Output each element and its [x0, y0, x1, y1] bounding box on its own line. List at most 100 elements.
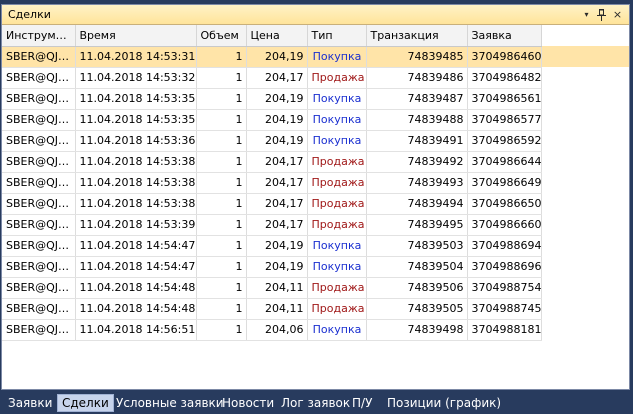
column-header-price[interactable]: Цена: [246, 25, 308, 47]
cell-price: 204,17: [246, 172, 308, 194]
cell-transaction: 74839487: [366, 88, 468, 110]
cell-price: 204,19: [246, 130, 308, 152]
cell-type: Продажа: [307, 67, 367, 89]
cell-order: 3704986650: [467, 193, 542, 215]
cell-transaction: 74839493: [366, 172, 468, 194]
tab-pnl[interactable]: П/У: [348, 394, 376, 412]
table-row[interactable]: SBER@QJ… 11.04.2018 14:53:38 1 204,17 Продаж…: [2, 172, 629, 194]
table-row[interactable]: SBER@QJ… 11.04.2018 14:53:36 1 204,19 Покупк…: [2, 130, 629, 152]
cell-filler: [541, 46, 629, 67]
cell-price: 204,19: [246, 235, 308, 257]
cell-transaction: 74839503: [366, 235, 468, 257]
cell-volume: 1: [196, 277, 247, 299]
cell-instrument: SBER@QJ…: [2, 67, 76, 89]
cell-order: 3704986644: [467, 151, 542, 173]
cell-instrument: SBER@QJ…: [2, 172, 76, 194]
cell-type: Продажа: [307, 214, 367, 236]
column-header-type[interactable]: Тип: [307, 25, 367, 47]
pushpin-icon[interactable]: [594, 6, 609, 23]
cell-volume: 1: [196, 46, 247, 68]
cell-transaction: 74839488: [366, 109, 468, 131]
cell-order: 3704988694: [467, 235, 542, 257]
cell-type: Покупка: [307, 130, 367, 152]
cell-order: 3704988696: [467, 256, 542, 278]
cell-filler: [541, 88, 629, 109]
cell-price: 204,17: [246, 151, 308, 173]
table-row[interactable]: SBER@QJ… 11.04.2018 14:53:38 1 204,17 Продаж…: [2, 193, 629, 215]
cell-instrument: SBER@QJ…: [2, 109, 76, 131]
table-row[interactable]: SBER@QJ… 11.04.2018 14:54:47 1 204,19 Покупк…: [2, 256, 629, 278]
cell-price: 204,19: [246, 256, 308, 278]
table-row[interactable]: SBER@QJ… 11.04.2018 14:53:32 1 204,17 Продаж…: [2, 67, 629, 89]
cell-instrument: SBER@QJ…: [2, 277, 76, 299]
cell-type: Продажа: [307, 298, 367, 320]
cell-instrument: SBER@QJ…: [2, 298, 76, 320]
table-header-row: Инструм… Время Объем Цена Тип Транзакция…: [2, 25, 629, 47]
cell-filler: [541, 256, 629, 277]
cell-order: 3704986482: [467, 67, 542, 89]
cell-type: Покупка: [307, 235, 367, 257]
table-body: SBER@QJ… 11.04.2018 14:53:31 1 204,19 Покупк…: [2, 46, 629, 341]
cell-order: 3704988181: [467, 319, 542, 341]
cell-instrument: SBER@QJ…: [2, 46, 76, 68]
cell-price: 204,11: [246, 298, 308, 320]
cell-time: 11.04.2018 14:53:35: [75, 88, 197, 110]
tab-conditional-orders[interactable]: Условные заявки: [112, 394, 228, 412]
cell-time: 11.04.2018 14:56:51: [75, 319, 197, 341]
cell-instrument: SBER@QJ…: [2, 319, 76, 341]
cell-instrument: SBER@QJ…: [2, 151, 76, 173]
cell-filler: [541, 109, 629, 130]
cell-time: 11.04.2018 14:53:31: [75, 46, 197, 68]
tab-orders[interactable]: Заявки: [4, 394, 56, 412]
table-row[interactable]: SBER@QJ… 11.04.2018 14:53:35 1 204,19 Покупк…: [2, 88, 629, 110]
dropdown-icon[interactable]: ▾: [579, 6, 594, 23]
cell-filler: [541, 193, 629, 214]
table-row[interactable]: SBER@QJ… 11.04.2018 14:54:48 1 204,11 Продаж…: [2, 298, 629, 320]
table-row[interactable]: SBER@QJ… 11.04.2018 14:53:38 1 204,17 Продаж…: [2, 151, 629, 173]
table-row[interactable]: SBER@QJ… 11.04.2018 14:54:47 1 204,19 Покупк…: [2, 235, 629, 257]
cell-order: 3704986592: [467, 130, 542, 152]
column-header-transaction[interactable]: Транзакция: [366, 25, 468, 47]
cell-transaction: 74839491: [366, 130, 468, 152]
column-header-instrument[interactable]: Инструм…: [2, 25, 76, 47]
tab-order-log[interactable]: Лог заявок: [277, 394, 354, 412]
cell-volume: 1: [196, 256, 247, 278]
cell-type: Продажа: [307, 172, 367, 194]
cell-order: 3704986649: [467, 172, 542, 194]
cell-price: 204,17: [246, 214, 308, 236]
cell-time: 11.04.2018 14:54:48: [75, 298, 197, 320]
cell-price: 204,19: [246, 46, 308, 68]
cell-filler: [541, 277, 629, 298]
cell-volume: 1: [196, 130, 247, 152]
cell-time: 11.04.2018 14:53:38: [75, 193, 197, 215]
cell-filler: [541, 235, 629, 256]
table-row[interactable]: SBER@QJ… 11.04.2018 14:53:35 1 204,19 Покупк…: [2, 109, 629, 131]
cell-price: 204,19: [246, 109, 308, 131]
bottom-tab-bar: Заявки Сделки Условные заявки Новости Лог за…: [0, 392, 633, 414]
column-header-filler: [541, 25, 629, 46]
cell-type: Продажа: [307, 151, 367, 173]
cell-price: 204,06: [246, 319, 308, 341]
tab-deals[interactable]: Сделки: [57, 394, 114, 412]
table-row[interactable]: SBER@QJ… 11.04.2018 14:53:31 1 204,19 Покупк…: [2, 46, 629, 68]
column-header-volume[interactable]: Объем: [196, 25, 247, 47]
table-row[interactable]: SBER@QJ… 11.04.2018 14:53:39 1 204,17 Продаж…: [2, 214, 629, 236]
cell-price: 204,19: [246, 88, 308, 110]
cell-volume: 1: [196, 193, 247, 215]
table-row[interactable]: SBER@QJ… 11.04.2018 14:56:51 1 204,06 Покупк…: [2, 319, 629, 341]
cell-type: Покупка: [307, 319, 367, 341]
cell-instrument: SBER@QJ…: [2, 256, 76, 278]
tab-news[interactable]: Новости: [218, 394, 278, 412]
cell-time: 11.04.2018 14:53:38: [75, 172, 197, 194]
cell-volume: 1: [196, 319, 247, 341]
column-header-time[interactable]: Время: [75, 25, 197, 47]
cell-time: 11.04.2018 14:53:38: [75, 151, 197, 173]
table-row[interactable]: SBER@QJ… 11.04.2018 14:54:48 1 204,11 Продаж…: [2, 277, 629, 299]
deals-table: Инструм… Время Объем Цена Тип Транзакция…: [2, 25, 629, 341]
tab-positions-chart[interactable]: Позиции (график): [383, 394, 505, 412]
cell-instrument: SBER@QJ…: [2, 130, 76, 152]
close-icon[interactable]: ×: [610, 6, 625, 23]
cell-transaction: 74839504: [366, 256, 468, 278]
column-header-order[interactable]: Заявка: [467, 25, 542, 47]
cell-volume: 1: [196, 214, 247, 236]
